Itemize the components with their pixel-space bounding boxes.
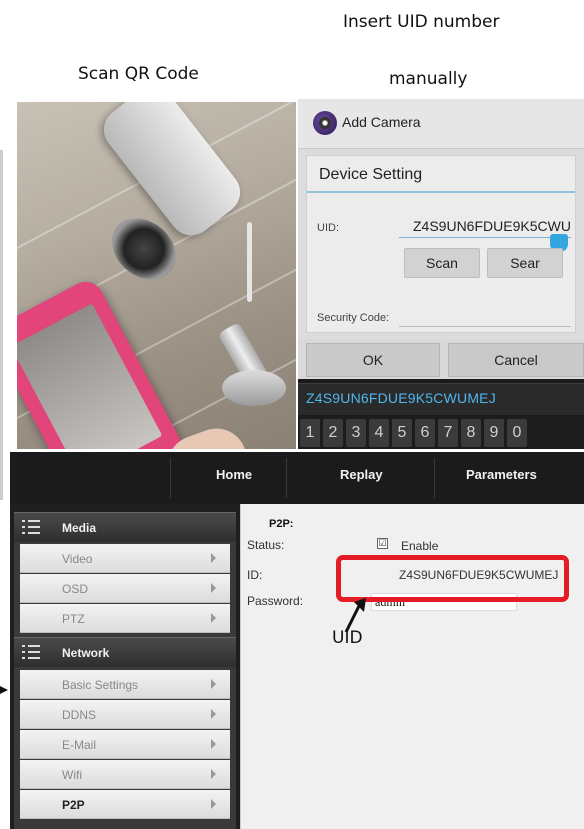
- add-camera-screen: Add Camera Device Setting UID: Z4S9UN6FD…: [298, 99, 584, 449]
- section-divider: [307, 191, 575, 193]
- key[interactable]: 7: [438, 419, 458, 447]
- dialog-actions: OK Cancel: [298, 339, 584, 379]
- chevron-right-icon: [211, 583, 216, 593]
- camera-mount: [222, 370, 286, 406]
- list-icon: [22, 645, 40, 659]
- dialog-body: Device Setting UID: Z4S9UN6FDUE9K5CWU Sc…: [298, 149, 584, 339]
- uid-label: UID:: [317, 222, 339, 234]
- phone: [17, 275, 187, 449]
- key[interactable]: 0: [507, 419, 527, 447]
- scan-qr-caption: Scan QR Code: [78, 64, 199, 84]
- list-icon: [22, 520, 40, 534]
- sidebar-item-video[interactable]: Video: [20, 544, 230, 573]
- section-title: Device Setting: [319, 166, 423, 183]
- key[interactable]: 4: [369, 419, 389, 447]
- top-nav: Home Replay Parameters: [10, 452, 584, 504]
- key[interactable]: 3: [346, 419, 366, 447]
- nav-replay[interactable]: Replay: [340, 467, 383, 482]
- keyboard-number-row: 1 2 3 4 5 6 7 8 9 0: [298, 416, 584, 449]
- sidebar-group-label: Media: [62, 521, 97, 535]
- phone-screen: [17, 303, 163, 449]
- key[interactable]: 8: [461, 419, 481, 447]
- chevron-right-icon: [211, 739, 216, 749]
- screen-title: Add Camera: [342, 114, 421, 130]
- sidebar-item-label: E-Mail: [62, 738, 97, 752]
- chevron-right-icon: [211, 679, 216, 689]
- sidebar-item-label: Video: [62, 552, 93, 566]
- sidebar-item-ptz[interactable]: PTZ: [20, 604, 230, 633]
- enable-checkbox[interactable]: ☑: [377, 538, 388, 549]
- arrow-right-icon: [0, 686, 8, 694]
- keyboard-suggestion-bar: Z4S9UN6FDUE9K5CWUMEJ: [298, 383, 584, 415]
- sidebar-item-ddns[interactable]: DDNS: [20, 700, 230, 729]
- qr-scan-photo: [17, 102, 296, 449]
- search-button[interactable]: Sear: [487, 248, 563, 278]
- sidebar-item-label: Basic Settings: [62, 678, 139, 692]
- cropped-panel-edge: [0, 150, 3, 500]
- uid-highlight-box: [336, 555, 569, 602]
- nav-parameters[interactable]: Parameters: [466, 467, 537, 482]
- chevron-right-icon: [211, 769, 216, 779]
- enable-label: Enable: [401, 539, 439, 553]
- sidebar-item-label: OSD: [62, 582, 89, 596]
- password-label: Password:: [247, 594, 304, 608]
- security-code-label: Security Code:: [317, 312, 390, 324]
- security-code-input[interactable]: [399, 326, 571, 327]
- app-logo-icon: [313, 111, 337, 135]
- sidebar-item-label: P2P: [62, 798, 85, 812]
- chevron-right-icon: [211, 799, 216, 809]
- sidebar-item-osd[interactable]: OSD: [20, 574, 230, 603]
- sidebar-group-label: Network: [62, 646, 110, 660]
- key[interactable]: 5: [392, 419, 412, 447]
- sidebar-item-wifi[interactable]: Wifi: [20, 760, 230, 789]
- chevron-right-icon: [211, 613, 216, 623]
- sidebar-item-label: Wifi: [62, 768, 82, 782]
- insert-uid-caption-line2: manually: [389, 69, 468, 89]
- key[interactable]: 1: [300, 419, 320, 447]
- sidebar-group-media[interactable]: Media: [14, 512, 236, 542]
- id-label: ID:: [247, 568, 263, 582]
- sidebar-group-network[interactable]: Network: [14, 637, 236, 667]
- scan-button[interactable]: Scan: [404, 248, 480, 278]
- sidebar: Media Video OSD PTZ Network Basic Settin…: [10, 504, 240, 829]
- chevron-right-icon: [211, 553, 216, 563]
- sidebar-item-email[interactable]: E-Mail: [20, 730, 230, 759]
- uid-input-underline: [399, 237, 571, 238]
- ok-button[interactable]: OK: [306, 343, 440, 377]
- p2p-settings-panel: P2P: Status: ☑ Enable ID: Z4S9UN6FDUE9K5…: [240, 504, 584, 829]
- camera-body: [95, 102, 249, 245]
- device-setting-section: Device Setting UID: Z4S9UN6FDUE9K5CWU Sc…: [306, 155, 576, 333]
- uid-annotation: UID: [332, 628, 363, 648]
- keyboard-suggestion[interactable]: Z4S9UN6FDUE9K5CWUMEJ: [306, 390, 496, 406]
- uid-input[interactable]: Z4S9UN6FDUE9K5CWU: [413, 218, 571, 234]
- nav-home[interactable]: Home: [216, 467, 252, 482]
- chevron-right-icon: [211, 709, 216, 719]
- sidebar-item-p2p[interactable]: P2P: [20, 790, 230, 819]
- insert-uid-caption: Insert UID number: [343, 12, 500, 32]
- camera-web-ui: Home Replay Parameters Media Video OSD P…: [10, 452, 584, 829]
- key[interactable]: 2: [323, 419, 343, 447]
- sidebar-item-label: PTZ: [62, 612, 85, 626]
- status-label: Status:: [247, 538, 285, 552]
- camera-antenna: [247, 222, 252, 302]
- key[interactable]: 9: [484, 419, 504, 447]
- section-heading: P2P:: [269, 518, 294, 530]
- sidebar-item-basic-settings[interactable]: Basic Settings: [20, 670, 230, 699]
- title-bar: Add Camera: [298, 99, 584, 149]
- sidebar-item-label: DDNS: [62, 708, 97, 722]
- key[interactable]: 6: [415, 419, 435, 447]
- cancel-button[interactable]: Cancel: [448, 343, 584, 377]
